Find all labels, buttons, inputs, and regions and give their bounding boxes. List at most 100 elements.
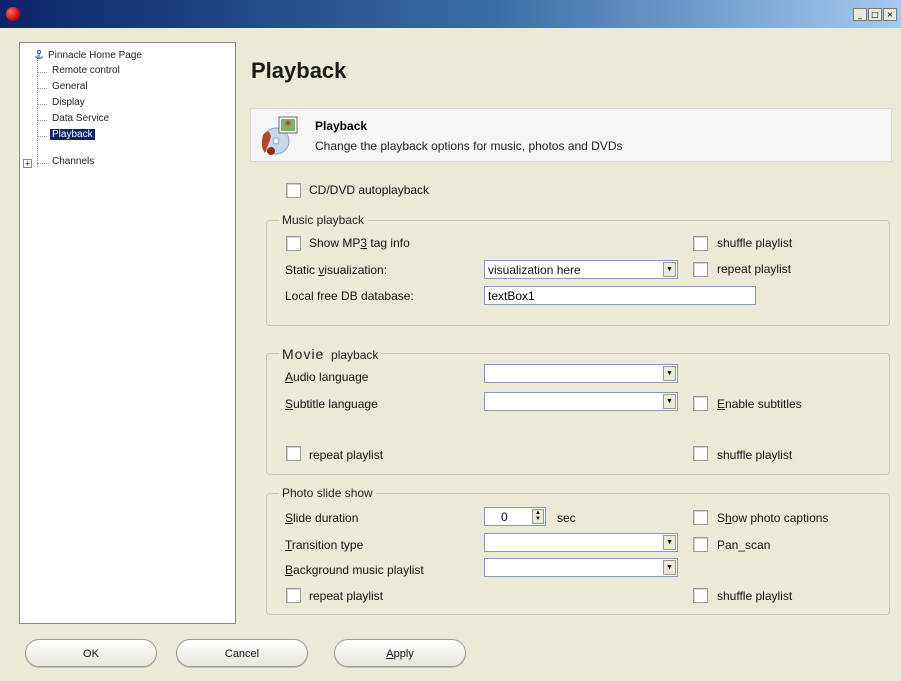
mnemonic: B xyxy=(285,563,294,577)
slide-duration-label: Slide duration xyxy=(285,511,358,525)
pan-scan-label: Pan_scan xyxy=(717,538,771,552)
anchor-icon xyxy=(35,50,43,60)
label-text: Static xyxy=(285,263,319,277)
apply-button[interactable]: Apply xyxy=(334,639,466,667)
sec-label: sec xyxy=(557,511,576,525)
legend-text: playback xyxy=(331,348,379,362)
tree-item-label: Data Service xyxy=(52,113,110,124)
show-mp3-tag-checkbox[interactable] xyxy=(286,236,301,251)
tree-item-general[interactable]: General xyxy=(50,81,90,92)
label-text: S xyxy=(717,511,726,525)
dropdown-arrow-icon[interactable]: ▼ xyxy=(663,535,676,550)
music-playback-legend: Music playback xyxy=(279,213,368,227)
tree-item-data-service[interactable]: Data Service xyxy=(50,113,111,124)
audio-language-dropdown[interactable]: ▼ xyxy=(484,364,678,383)
minimize-button[interactable]: _ xyxy=(853,8,867,21)
movie-repeat-label: repeat playlist xyxy=(309,448,384,462)
label-text: lide duration xyxy=(293,511,359,525)
slide-duration-value: 0 xyxy=(501,510,508,524)
tree-item-remote-control[interactable]: Remote control xyxy=(50,65,122,76)
music-repeat-checkbox[interactable] xyxy=(693,262,708,277)
window-controls: _ □ × xyxy=(853,8,897,21)
mnemonic: A xyxy=(386,648,394,660)
movie-shuffle-label: shuffle playlist xyxy=(717,448,793,462)
spinner-arrows-icon[interactable]: ▲ ▼ xyxy=(532,509,544,524)
maximize-button[interactable]: □ xyxy=(868,8,882,21)
ok-button[interactable]: OK xyxy=(25,639,157,667)
dropdown-arrow-icon[interactable]: ▼ xyxy=(663,394,676,409)
mnemonic: S xyxy=(285,397,294,411)
label-text: nable subtitles xyxy=(725,397,802,411)
dropdown-arrow-icon[interactable]: ▼ xyxy=(663,560,676,575)
cd-autoplay-checkbox[interactable] xyxy=(286,183,301,198)
tree-item-label: Playback xyxy=(50,129,95,140)
settings-tree[interactable]: Pinnacle Home Page Remote control Genera… xyxy=(19,42,236,624)
tree-item-label: Pinnacle Home Page xyxy=(48,50,142,61)
tree-item-playback[interactable]: Playback xyxy=(50,129,95,140)
transition-type-dropdown[interactable]: ▼ xyxy=(484,533,678,552)
movie-repeat-checkbox[interactable] xyxy=(286,446,301,461)
header-description: Change the playback options for music, p… xyxy=(315,139,623,153)
label-text: Show MP xyxy=(309,236,361,250)
tree-item-label: Display xyxy=(52,97,85,108)
legend-text: Movie xyxy=(282,346,325,362)
enable-subtitles-checkbox[interactable] xyxy=(693,396,708,411)
mnemonic: h xyxy=(725,511,732,525)
dropdown-arrow-icon[interactable]: ▼ xyxy=(663,366,676,381)
mnemonic: E xyxy=(717,397,726,411)
tree-branch xyxy=(37,136,47,137)
tree-branch xyxy=(37,88,47,89)
tree-item-display[interactable]: Display xyxy=(50,97,87,108)
show-mp3-tag-label: Show MP3 tag info xyxy=(309,236,410,250)
static-visualization-label: Static visualization: xyxy=(285,263,387,277)
local-db-value: textBox1 xyxy=(488,289,535,303)
mnemonic: S xyxy=(285,511,294,525)
section-header: Playback Change the playback options for… xyxy=(250,108,892,162)
tree-branch xyxy=(37,163,47,164)
page-title: Playback xyxy=(251,58,347,83)
label-text: isualization: xyxy=(324,263,388,277)
tree-item-label: General xyxy=(52,81,88,92)
photo-repeat-label: repeat playlist xyxy=(309,589,384,603)
music-shuffle-label: shuffle playlist xyxy=(717,236,793,250)
label-text: tag info xyxy=(367,236,410,250)
playback-media-icon xyxy=(261,116,298,155)
close-button[interactable]: × xyxy=(883,8,897,21)
title-bar: _ □ × xyxy=(0,0,901,28)
label-text: ubtitle language xyxy=(293,397,378,411)
music-shuffle-checkbox[interactable] xyxy=(693,236,708,251)
background-music-dropdown[interactable]: ▼ xyxy=(484,558,678,577)
audio-language-label: Audio language xyxy=(285,370,368,384)
tree-branch xyxy=(37,104,47,105)
tree-item-channels[interactable]: Channels xyxy=(50,156,96,167)
subtitle-language-label: Subtitle language xyxy=(285,397,378,411)
music-repeat-label: repeat playlist xyxy=(717,262,792,276)
movie-playback-legend: Movie playback xyxy=(279,346,382,362)
show-photo-captions-label: Show photo captions xyxy=(717,511,828,525)
photo-shuffle-label: shuffle playlist xyxy=(717,589,793,603)
tree-item-label: Remote control xyxy=(52,65,120,76)
movie-shuffle-checkbox[interactable] xyxy=(693,446,708,461)
dropdown-arrow-icon[interactable]: ▼ xyxy=(663,262,676,277)
slide-duration-spinner[interactable]: 0 ▲ ▼ xyxy=(484,507,546,526)
photo-repeat-checkbox[interactable] xyxy=(286,588,301,603)
tree-expander[interactable]: + xyxy=(23,159,32,168)
pan-scan-checkbox[interactable] xyxy=(693,537,708,552)
tree-item-label: Channels xyxy=(52,156,95,167)
label-text: ransition type xyxy=(291,538,364,552)
enable-subtitles-label: Enable subtitles xyxy=(717,397,802,411)
subtitle-language-dropdown[interactable]: ▼ xyxy=(484,392,678,411)
tree-branch xyxy=(37,72,47,73)
tree-branch xyxy=(37,120,47,121)
label-text: ackground music playlist xyxy=(293,563,424,577)
transition-type-label: Transition type xyxy=(285,538,363,552)
photo-shuffle-checkbox[interactable] xyxy=(693,588,708,603)
photo-slideshow-legend: Photo slide show xyxy=(279,486,376,500)
local-db-input[interactable]: textBox1 xyxy=(484,286,756,305)
show-photo-captions-checkbox[interactable] xyxy=(693,510,708,525)
label-text: udio language xyxy=(293,370,369,384)
visualization-value: visualization here xyxy=(488,263,581,277)
visualization-dropdown[interactable]: visualization here ▼ xyxy=(484,260,678,279)
cancel-button[interactable]: Cancel xyxy=(176,639,308,667)
tree-item-home[interactable]: Pinnacle Home Page xyxy=(34,50,144,61)
